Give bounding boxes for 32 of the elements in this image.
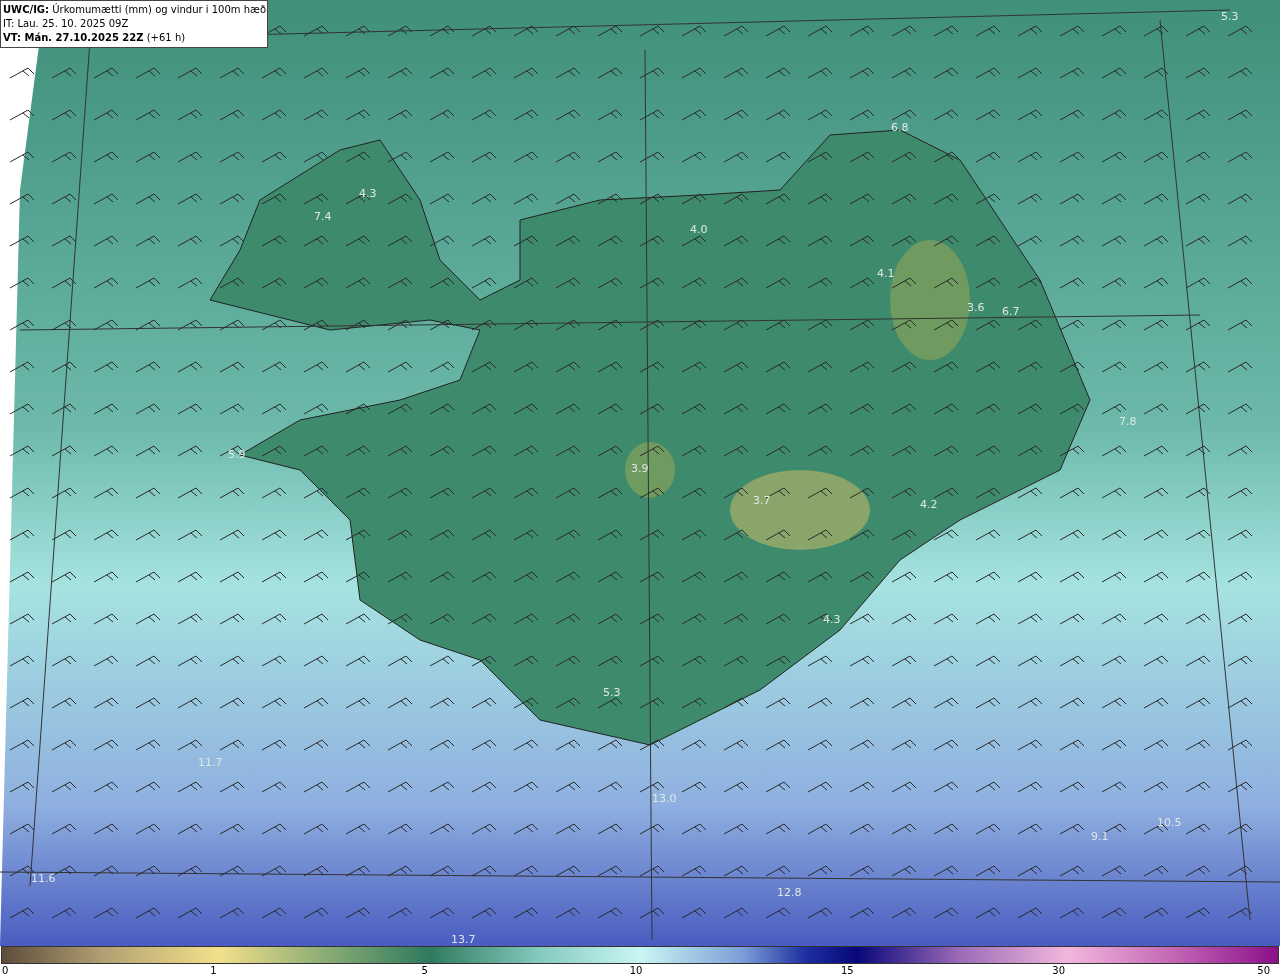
value-label: 3.6	[967, 301, 985, 314]
header-text: UWC/IG: Úrkomumætti (mm) og vindur i 100m hæð	[3, 3, 265, 17]
scale-tick-label: 30	[1052, 964, 1065, 977]
value-label: 4.1	[877, 267, 895, 280]
value-label: 6.7	[1002, 305, 1020, 318]
value-label: 3.7	[753, 494, 771, 507]
value-label: 4.3	[359, 187, 377, 200]
header-text: IT: Lau. 25. 10. 2025 09Z	[3, 17, 130, 31]
value-label: 12.8	[777, 886, 802, 899]
value-label: 4.0	[690, 223, 708, 236]
scale-tick-label: 10	[629, 964, 643, 977]
value-label: 13.0	[652, 792, 677, 805]
value-label: 4.2	[920, 498, 938, 511]
value-label: 7.8	[1119, 415, 1137, 428]
scale-tick-label: 0	[2, 964, 9, 977]
scale-tick-label: 50	[1257, 964, 1270, 977]
value-label: 11.6	[31, 872, 56, 885]
value-label: 7.4	[314, 210, 332, 223]
value-label: 3.9	[631, 462, 649, 475]
value-label: 9.1	[1091, 830, 1109, 843]
value-label: 11.7	[198, 756, 223, 769]
header-text: VT: Mán. 27.10.2025 22Z (+61 h)	[3, 31, 187, 45]
scale-tick-label: 15	[840, 964, 854, 977]
value-label: 5.3	[603, 686, 621, 699]
value-label: 5.3	[1221, 10, 1239, 23]
value-label: 5.9	[228, 448, 246, 461]
value-label: 10.5	[1157, 816, 1182, 829]
scale-tick-label: 5	[421, 964, 428, 977]
value-label: 4.3	[823, 613, 841, 626]
scale-tick-label: 1	[210, 964, 217, 977]
value-label: 13.7	[451, 933, 476, 946]
value-label: 6.8	[891, 121, 909, 134]
